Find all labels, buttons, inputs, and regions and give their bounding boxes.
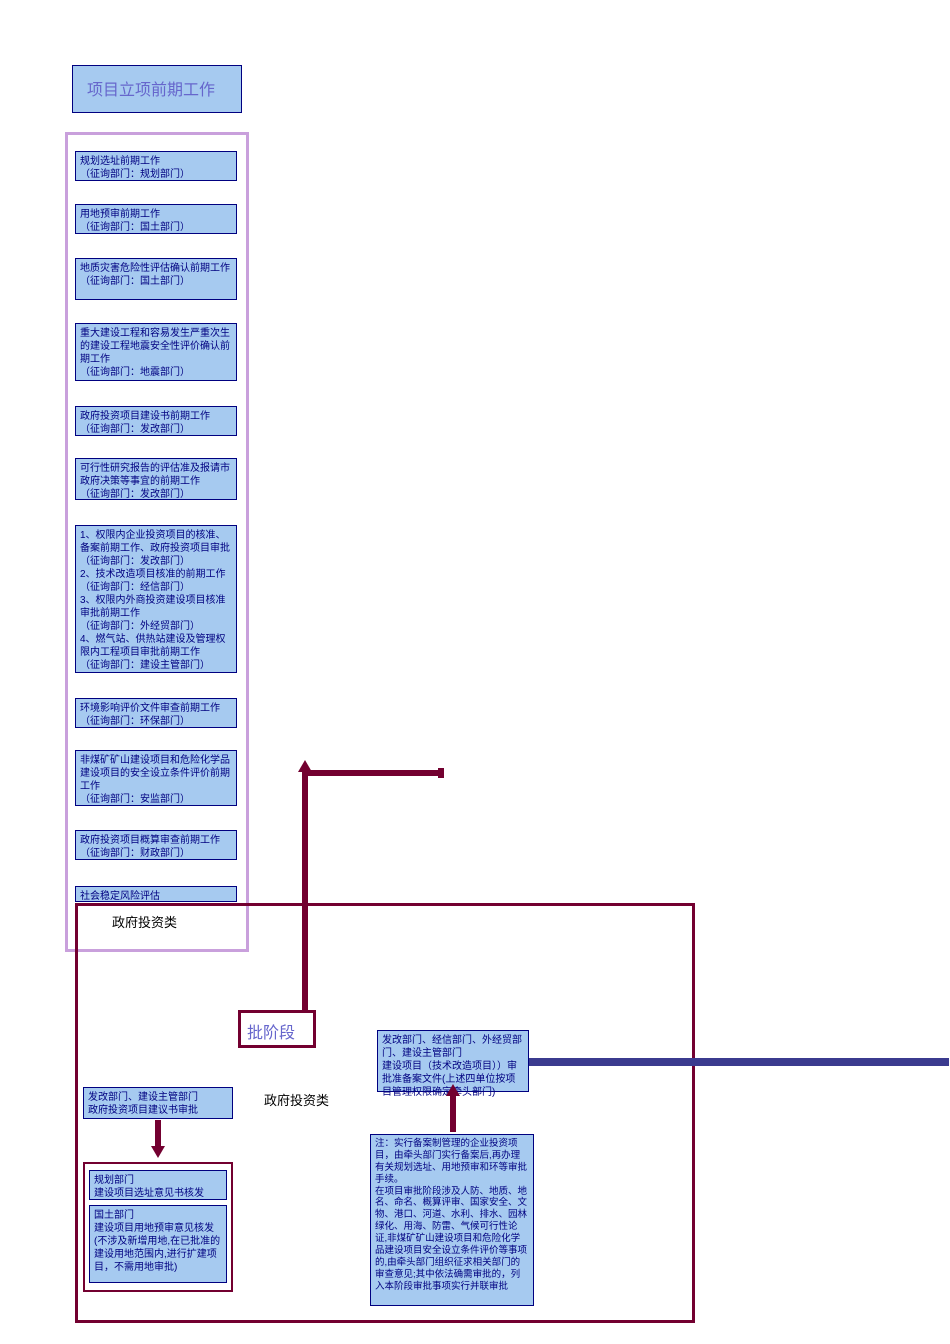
prelim-box-9: 非煤矿矿山建设项目和危险化学品建设项目的安全设立条件评价前期工作 （征询部门：安… <box>75 750 237 806</box>
prelim-box-4: 重大建设工程和容易发生严重次生的建设工程地震安全性评价确认前期工作 （征询部门：… <box>75 323 237 381</box>
title-text: 项目立项前期工作 <box>87 82 215 99</box>
arrow-left-down-head <box>151 1146 165 1158</box>
stage-left-sub1: 规划部门 建设项目选址意见书核发 <box>89 1170 227 1200</box>
prelim-box-5: 政府投资项目建设书前期工作 （征询部门：发改部门） <box>75 406 237 436</box>
connector-horizontal <box>302 770 440 776</box>
arrow-left-down-stem <box>155 1120 161 1148</box>
prelim-box-3: 地质灾害危险性评估确认前期工作 （征询部门：国土部门） <box>75 258 237 300</box>
connector-arrowhead-up <box>298 760 312 772</box>
stage-right-top: 发改部门、经信部门、外经贸部门、建设主管部门 建设项目（技术改造项目））审批准备… <box>377 1030 529 1092</box>
arrow-right-up-head <box>446 1084 460 1096</box>
prelim-box-8: 环境影响评价文件审查前期工作 （征询部门：环保部门） <box>75 698 237 728</box>
label-gov-invest-left: 政府投资类 <box>264 1090 329 1109</box>
connector-end <box>438 768 444 778</box>
stage-label-box: 批阶段 <box>238 1010 316 1048</box>
prelim-box-1: 规划选址前期工作 （征询部门：规划部门） <box>75 151 237 181</box>
stage-left-top: 发改部门、建设主管部门 政府投资项目建议书审批 <box>83 1087 233 1119</box>
prelim-box-2: 用地预审前期工作 （征询部门：国土部门） <box>75 204 237 234</box>
prelim-box-6: 可行性研究报告的评估准及报请市政府决策等事宜的前期工作 （征询部门：发改部门） <box>75 458 237 500</box>
prelim-box-11: 社会稳定风险评估 <box>75 886 237 902</box>
connector-vertical <box>302 770 308 1010</box>
stage-left-sub2: 国土部门 建设项目用地预审意见核发(不涉及新增用地,在已批准的建设用地范围内,进… <box>89 1205 227 1283</box>
label-gov-invest-top: 政府投资类 <box>112 912 177 931</box>
arrow-right-up-stem <box>450 1094 456 1132</box>
title-box: 项目立项前期工作 <box>72 65 242 113</box>
prelim-box-7: 1、权限内企业投资项目的核准、备案前期工作、政府投资项目审批 （征询部门：发改部… <box>75 525 237 673</box>
stage-label-text: 批阶段 <box>247 1025 295 1042</box>
dark-bar <box>529 1058 949 1066</box>
prelim-box-10: 政府投资项目概算审查前期工作 （征询部门：财政部门） <box>75 830 237 860</box>
stage-right-note: 注：实行备案制管理的企业投资项目，由牵头部门实行备案后,再办理有关规划选址、用地… <box>370 1134 534 1306</box>
